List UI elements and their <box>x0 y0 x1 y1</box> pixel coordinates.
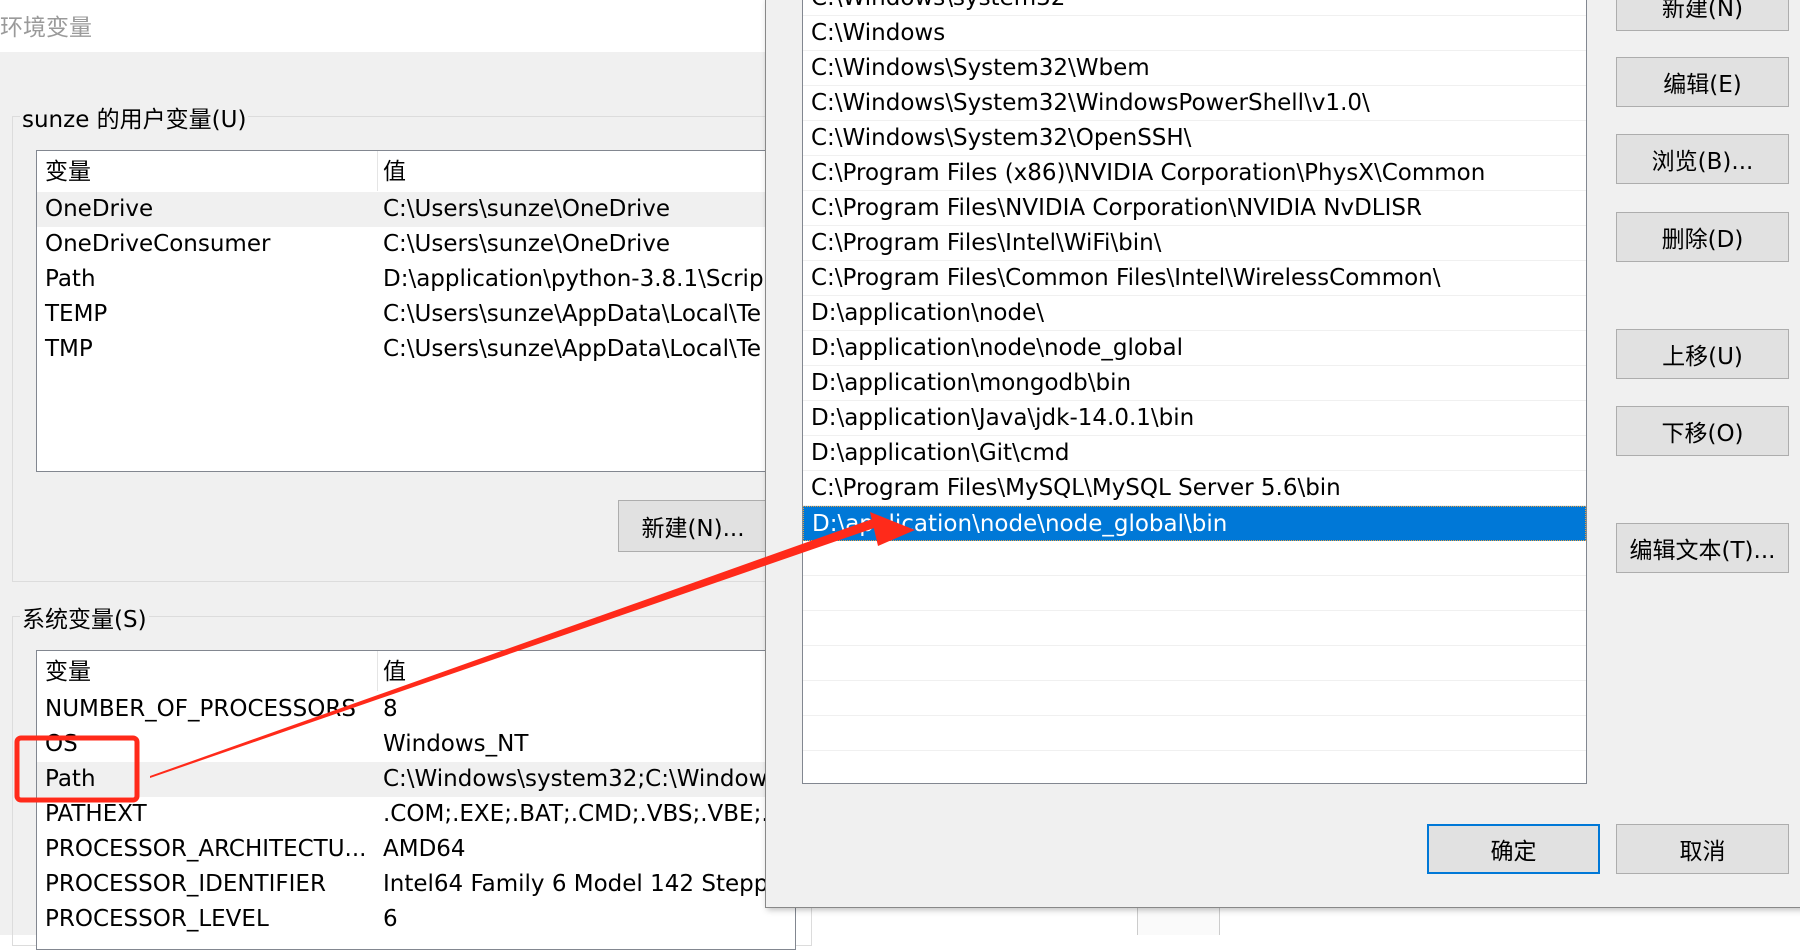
annotation-overlay <box>14 512 915 803</box>
highlight-box <box>14 735 140 803</box>
arrow-shaft <box>150 517 880 778</box>
arrow-head <box>870 512 915 546</box>
